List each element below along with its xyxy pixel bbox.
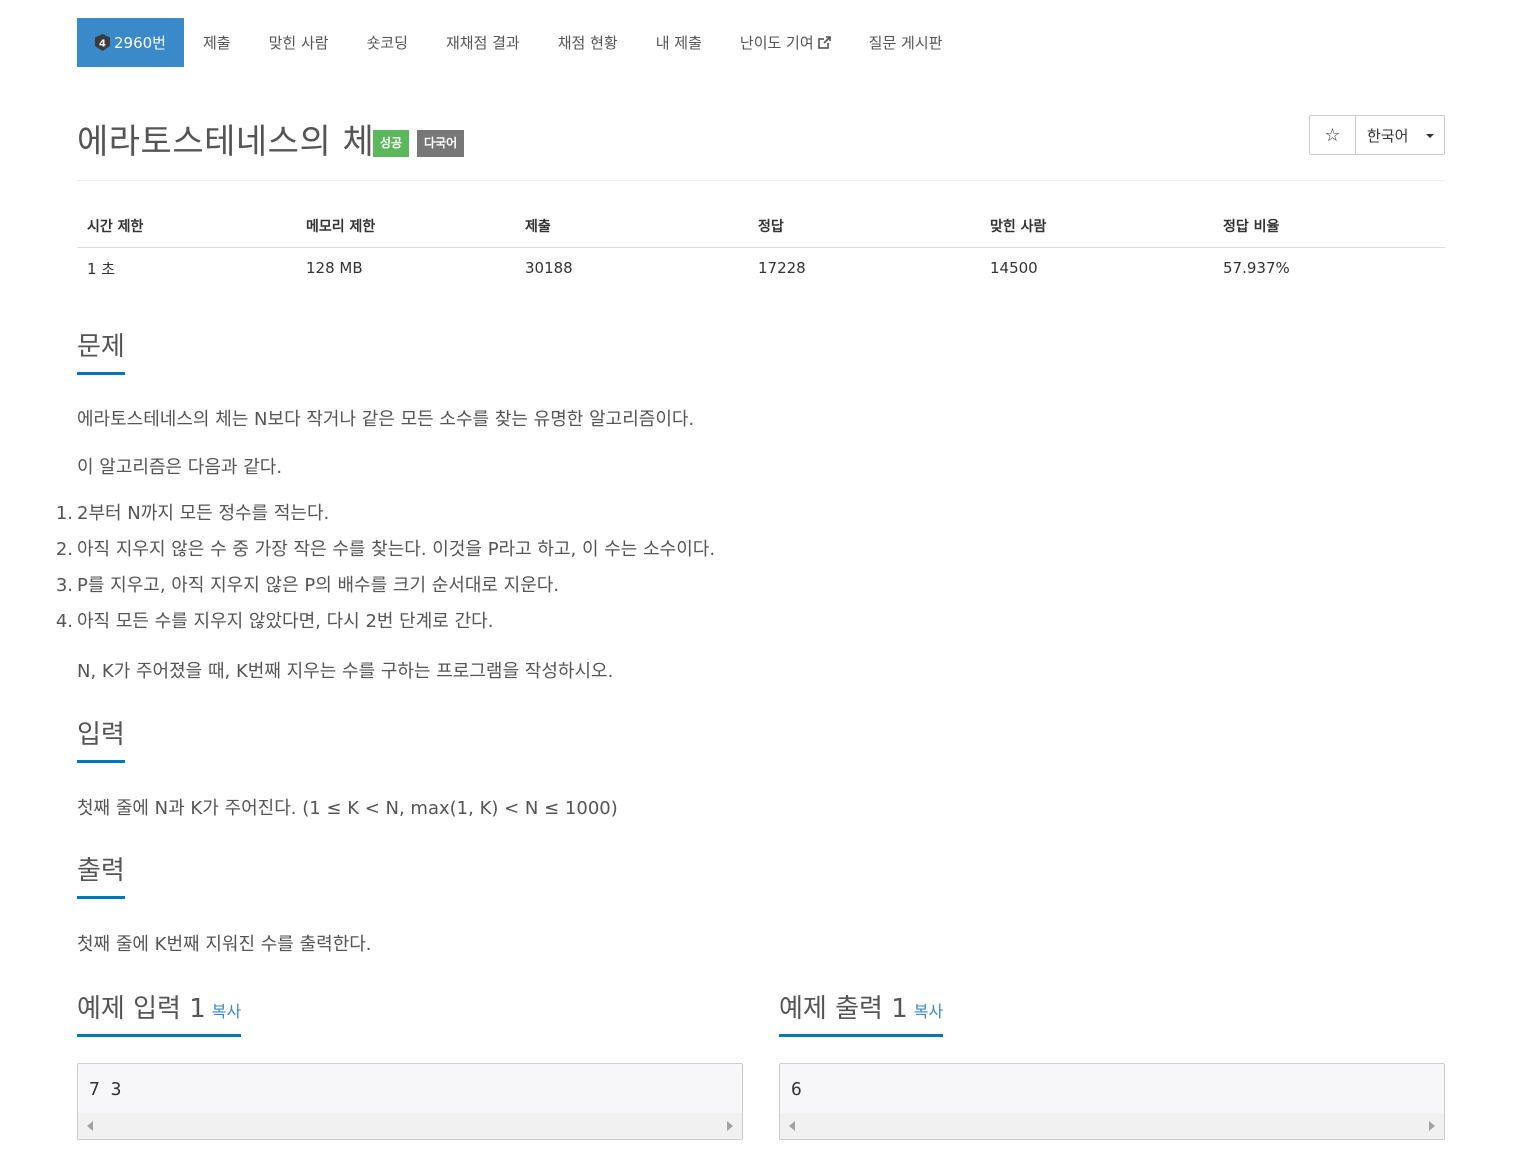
sample-input-value: 7 3 xyxy=(89,1079,122,1100)
copy-sample-output-link[interactable]: 복사 xyxy=(914,1002,943,1021)
table-row: 1 초 128 MB 30188 17228 14500 57.937% xyxy=(77,247,1445,289)
step-text: 아직 모든 수를 지우지 않았다면, 다시 2번 단계로 간다. xyxy=(77,611,494,632)
sample-input-title-wrap: 예제 입력 1 복사 xyxy=(77,988,242,1037)
nav-rejudge-results[interactable]: 재채점 결과 xyxy=(427,18,539,67)
list-item: 2. 아직 지우지 않은 수 중 가장 작은 수를 찾는다. 이것을 P라고 하고… xyxy=(55,539,716,560)
horizontal-scrollbar[interactable] xyxy=(780,1113,1444,1139)
input-section-header: 입력 xyxy=(77,714,1445,763)
header-accept-ratio: 정답 비율 xyxy=(1213,206,1445,248)
value-accepted-users: 14500 xyxy=(990,259,1038,278)
scroll-right-icon[interactable] xyxy=(1429,1121,1435,1131)
sample-output-box: 6 xyxy=(779,1063,1445,1140)
sample-output-value: 6 xyxy=(791,1079,802,1100)
list-item: 1. 2부터 N까지 모든 정수를 적는다. xyxy=(55,503,330,524)
status-badge-multilingual: 다국어 xyxy=(417,130,465,157)
value-memory-limit: 128 MB xyxy=(306,259,363,278)
status-badge-success: 성공 xyxy=(373,130,410,157)
value-time-limit: 1 초 xyxy=(87,259,116,278)
language-dropdown-label: 한국어 xyxy=(1367,126,1409,145)
title-divider xyxy=(77,180,1445,181)
header-memory-limit: 메모리 제한 xyxy=(296,206,515,248)
problem-nav: 4 2960번 제출 맞힌 사람 숏코딩 재채점 결과 채점 현황 내 제출 난… xyxy=(77,18,961,67)
nav-submit[interactable]: 제출 xyxy=(184,18,250,67)
output-section-header: 출력 xyxy=(77,850,1445,899)
output-title: 출력 xyxy=(77,850,125,899)
horizontal-scrollbar[interactable] xyxy=(78,1113,742,1139)
description-paragraph-1: 에라토스테네스의 체는 N보다 작거나 같은 모든 소수를 찾는 유명한 알고리… xyxy=(77,409,695,430)
nav-problem-number[interactable]: 4 2960번 xyxy=(77,18,184,67)
input-title: 입력 xyxy=(77,714,125,763)
list-item: 3. P를 지우고, 아직 지우지 않은 P의 배수를 크기 순서대로 지운다. xyxy=(55,575,560,596)
problem-actions: ☆ 한국어 xyxy=(1309,115,1445,155)
copy-sample-input-link[interactable]: 복사 xyxy=(212,1002,241,1021)
description-closing: N, K가 주어졌을 때, K번째 지우는 수를 구하는 프로그램을 작성하시오… xyxy=(77,661,614,682)
scroll-right-icon[interactable] xyxy=(727,1121,733,1131)
algorithm-steps-list: 1. 2부터 N까지 모든 정수를 적는다. 2. 아직 지우지 않은 수 중 가장… xyxy=(55,500,716,644)
table-header-row: 시간 제한 메모리 제한 제출 정답 맞힌 사람 정답 비율 xyxy=(77,206,1445,248)
nav-problem-number-label: 2960번 xyxy=(114,34,166,52)
problem-title: 에라토스테네스의 체 xyxy=(77,122,375,162)
scroll-left-icon[interactable] xyxy=(789,1121,795,1131)
header-accepted: 정답 xyxy=(748,206,980,248)
step-text: P를 지우고, 아직 지우지 않은 P의 배수를 크기 순서대로 지운다. xyxy=(77,575,560,596)
nav-accepted-users[interactable]: 맞힌 사람 xyxy=(250,18,348,67)
header-submissions: 제출 xyxy=(515,206,748,248)
header-accepted-users: 맞힌 사람 xyxy=(980,206,1213,248)
sample-input-title: 예제 입력 1 xyxy=(77,994,206,1024)
caret-down-icon xyxy=(1426,134,1434,138)
sample-input-box: 7 3 xyxy=(77,1063,743,1140)
header-time-limit: 시간 제한 xyxy=(77,206,296,248)
sample-output-title-wrap: 예제 출력 1 복사 xyxy=(779,988,944,1037)
nav-difficulty-label: 난이도 기여 xyxy=(739,34,814,52)
section-divider xyxy=(77,897,1445,898)
tier-badge-icon: 4 xyxy=(95,34,110,51)
language-dropdown[interactable]: 한국어 xyxy=(1356,116,1444,154)
nav-difficulty-contribution[interactable]: 난이도 기여 xyxy=(721,18,850,67)
nav-question-board[interactable]: 질문 게시판 xyxy=(850,18,962,67)
description-section-header: 문제 xyxy=(77,326,1445,375)
value-submissions: 30188 xyxy=(525,259,573,278)
list-item: 4. 아직 모든 수를 지우지 않았다면, 다시 2번 단계로 간다. xyxy=(55,611,494,632)
input-description: 첫째 줄에 N과 K가 주어진다. (1 ≤ K < N, max(1, K) … xyxy=(77,798,618,819)
problem-info-table: 시간 제한 메모리 제한 제출 정답 맞힌 사람 정답 비율 1 초 128 M… xyxy=(77,206,1445,289)
sample-output-header: 예제 출력 1 복사 xyxy=(779,988,1445,1037)
favorite-star-button[interactable]: ☆ xyxy=(1310,116,1356,154)
external-link-icon xyxy=(817,36,831,49)
nav-judge-status[interactable]: 채점 현황 xyxy=(539,18,637,67)
value-accepted: 17228 xyxy=(758,259,806,278)
description-paragraph-2: 이 알고리즘은 다음과 같다. xyxy=(77,457,283,478)
scroll-left-icon[interactable] xyxy=(87,1121,93,1131)
section-divider xyxy=(77,761,1445,762)
description-title: 문제 xyxy=(77,326,125,375)
step-text: 2부터 N까지 모든 정수를 적는다. xyxy=(77,503,330,524)
step-text: 아직 지우지 않은 수 중 가장 작은 수를 찾는다. 이것을 P라고 하고, … xyxy=(77,539,716,560)
section-divider xyxy=(77,373,1445,374)
nav-my-submissions[interactable]: 내 제출 xyxy=(637,18,721,67)
output-description: 첫째 줄에 K번째 지워진 수를 출력한다. xyxy=(77,934,372,955)
sample-input-header: 예제 입력 1 복사 xyxy=(77,988,743,1037)
star-icon: ☆ xyxy=(1324,124,1341,146)
nav-short-coding[interactable]: 숏코딩 xyxy=(348,18,427,67)
problem-title-row: 에라토스테네스의 체 성공 다국어 ☆ 한국어 xyxy=(77,114,1445,174)
value-accept-ratio: 57.937% xyxy=(1223,259,1290,278)
sample-output-title: 예제 출력 1 xyxy=(779,994,908,1024)
svg-text:4: 4 xyxy=(99,39,106,50)
